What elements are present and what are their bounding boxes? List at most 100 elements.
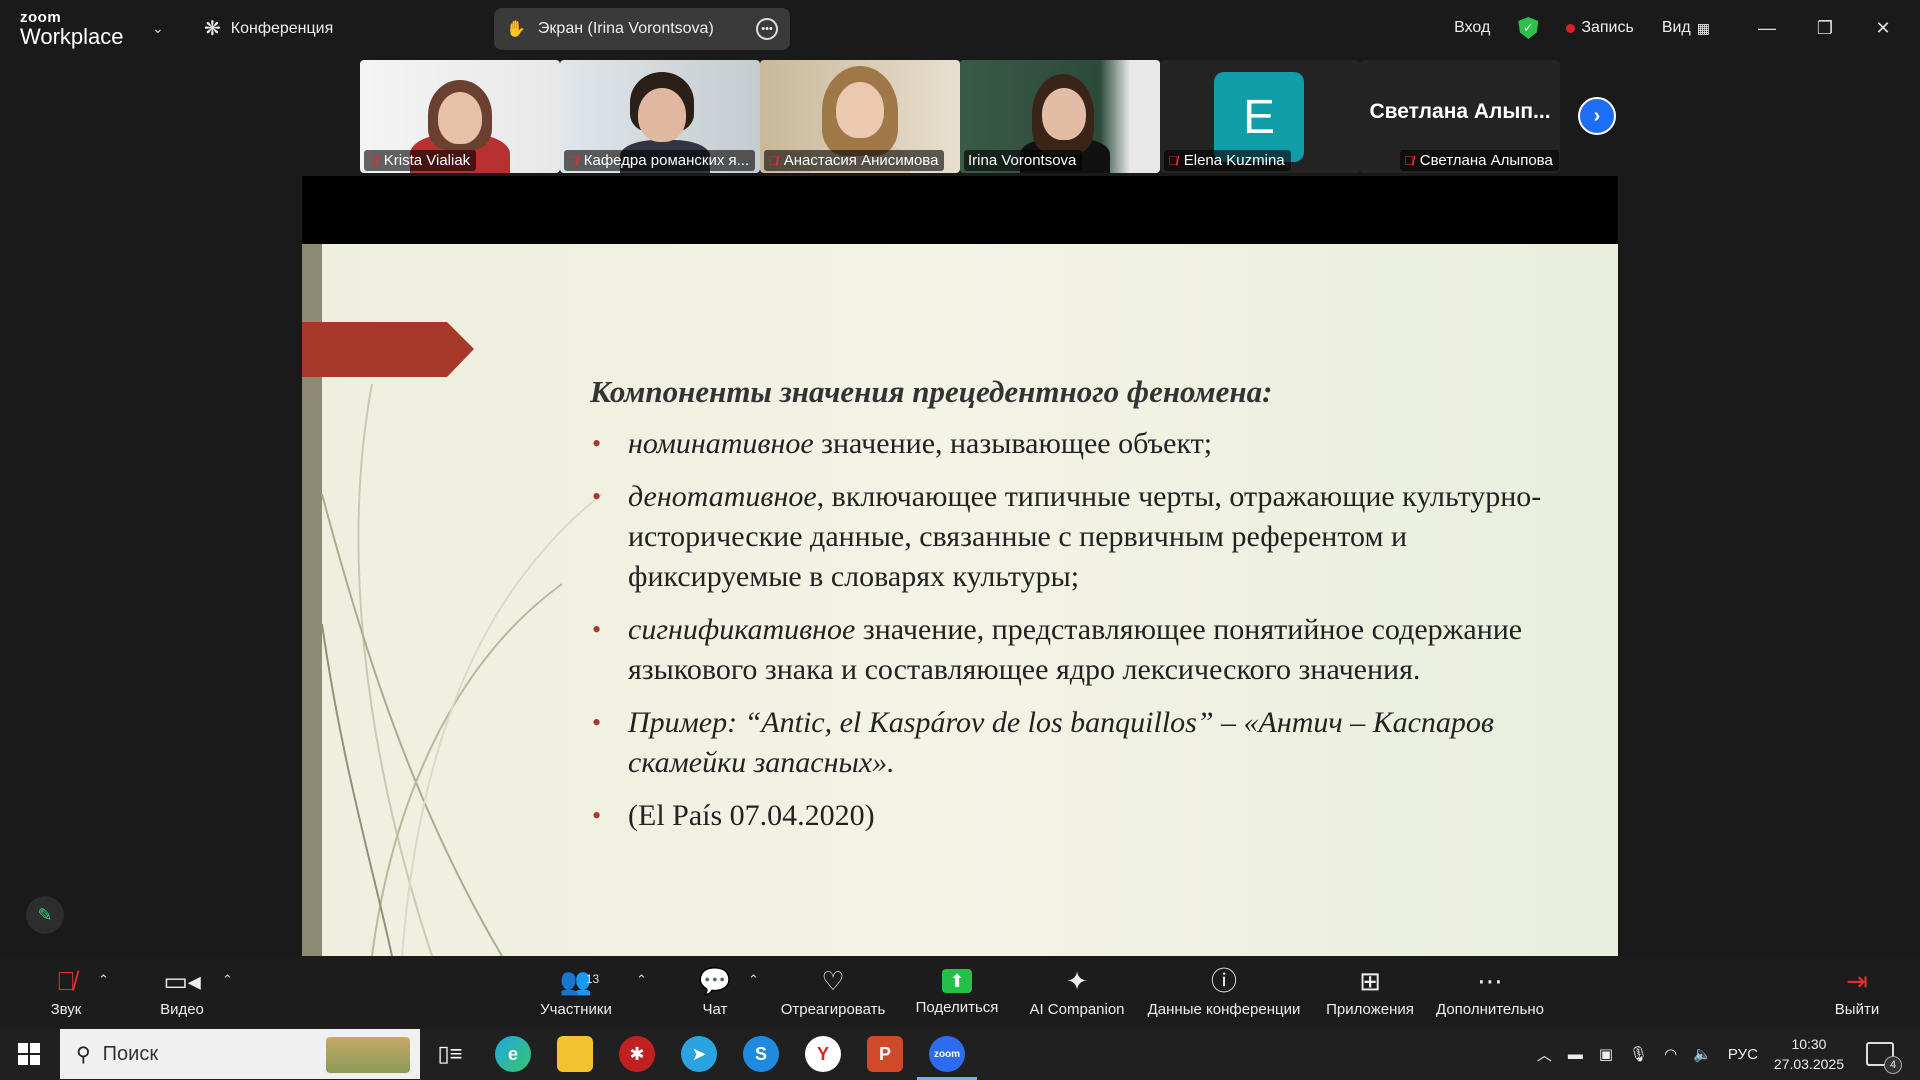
heart-icon: ♡ (821, 965, 845, 996)
signin-button[interactable]: Вход (1454, 19, 1490, 37)
telegram-icon[interactable]: ➤ (681, 1036, 717, 1072)
search-placeholder: Поиск (102, 1042, 159, 1065)
logo-top-text: zoom (20, 9, 62, 26)
apps-grid-icon: ⊞ (1359, 965, 1381, 996)
titlebar-right: Вход ✓ Запись Вид ▦ — ❐ ✕ (1454, 0, 1920, 56)
react-label: Отреагировать (780, 1000, 886, 1018)
apps-label: Приложения (1326, 1000, 1414, 1018)
yandex-browser-icon[interactable]: Y (805, 1036, 841, 1072)
clock[interactable]: 10:30 27.03.2025 (1774, 1034, 1844, 1074)
audio-label: Звук (50, 1000, 82, 1018)
chat-options-caret[interactable]: ⌃ (748, 972, 759, 988)
mic-muted-icon: 🎙̸ (568, 153, 578, 168)
slide-bullet: номинативное значение, называющее объект… (592, 424, 1572, 464)
meeting-info-button[interactable]: ⓘ Данные конференции (1142, 956, 1306, 1028)
mic-muted-icon: 🎙̸ (56, 965, 76, 996)
audio-button[interactable]: 🎙̸ Звук (36, 956, 96, 1028)
chat-bubble-icon: 💬 (698, 965, 732, 996)
annotate-pencil-button[interactable]: ✎ (26, 896, 64, 934)
search-icon: ⚲ (76, 1043, 91, 1066)
camera-icon: ▭◂ (163, 965, 201, 996)
ai-companion-button[interactable]: ✦ AI Companion (1022, 956, 1132, 1028)
zoom-logo[interactable]: zoom Workplace (20, 10, 124, 48)
participant-name: 🎙̸ Krista Vialiak (364, 150, 477, 171)
view-button[interactable]: Вид ▦ (1662, 19, 1710, 37)
shield-check-icon: ✓ (1518, 17, 1539, 39)
participant-name-text: Elena Kuzmina (1183, 152, 1285, 169)
zoom-app-icon[interactable]: zoom (917, 1036, 977, 1080)
battery-icon[interactable]: ▬ (1568, 1046, 1583, 1063)
participant-tile[interactable]: 🎙̸ Анастасия Анисимова (760, 60, 960, 173)
file-explorer-icon[interactable] (557, 1036, 593, 1072)
audio-options-caret[interactable]: ⌃ (98, 972, 109, 988)
language-indicator[interactable]: РУС (1728, 1046, 1758, 1063)
participant-tile[interactable]: 🎙̸ Krista Vialiak (360, 60, 560, 173)
react-button[interactable]: ♡ Отреагировать (778, 956, 888, 1028)
record-button[interactable]: Запись (1566, 19, 1634, 37)
slide-bullet: сигнификативное значение, представляющее… (592, 610, 1572, 690)
restore-button[interactable]: ❐ (1796, 18, 1854, 39)
chat-button[interactable]: 💬 Чат (690, 956, 740, 1028)
leave-label: Выйти (1834, 1000, 1880, 1018)
skype-icon[interactable]: S (743, 1036, 779, 1072)
windows-taskbar: ⚲ Поиск ▯≡ e ✱ ➤ S Y P zoom ︿ ▬ ▣ 🎙 ◠ 🔈 … (0, 1028, 1920, 1080)
participant-name: Irina Vorontsova (964, 150, 1083, 171)
search-highlight-image (326, 1037, 410, 1073)
more-options-icon[interactable]: ••• (756, 18, 778, 40)
minimize-button[interactable]: — (1738, 18, 1796, 39)
task-view-icon[interactable]: ▯≡ (432, 1036, 468, 1072)
info-label: Данные конференции (1147, 1000, 1301, 1018)
participant-tile[interactable]: E 🎙̸ Elena Kuzmina (1160, 60, 1360, 173)
windows-start-icon[interactable] (18, 1043, 40, 1065)
title-bar: zoom Workplace ⌄ ❋ Конференция ✋ Экран (… (0, 0, 1920, 56)
video-options-caret[interactable]: ⌃ (222, 972, 233, 988)
volume-icon[interactable]: 🔈 (1693, 1045, 1712, 1063)
zoom-window: zoom Workplace ⌄ ❋ Конференция ✋ Экран (… (0, 0, 1920, 1080)
participant-name-text: Кафедра романских я... (583, 152, 750, 169)
bullet-italic: денотативное (628, 480, 817, 513)
mic-muted-icon: 🎙̸ (1168, 153, 1178, 168)
microphone-icon[interactable]: 🎙 (1629, 1045, 1648, 1063)
security-shield[interactable]: ✓ (1518, 17, 1539, 39)
slide-bullet-list: номинативное значение, называющее объект… (592, 424, 1572, 849)
meeting-menu[interactable]: ❋ Конференция (204, 16, 333, 41)
powerpoint-icon[interactable]: P (867, 1036, 903, 1072)
next-page-button[interactable]: › (1578, 97, 1616, 135)
participant-name-text: Светлана Алыпова (1419, 152, 1553, 169)
wifi-icon[interactable]: ◠ (1664, 1045, 1677, 1063)
taskbar-search[interactable]: ⚲ Поиск (60, 1029, 420, 1079)
participant-tile[interactable]: Светлана Алып... 🎙̸ Светлана Алыпова (1360, 60, 1560, 173)
screen-share-indicator[interactable]: ✋ Экран (Irina Vorontsova) ••• (494, 8, 790, 50)
close-button[interactable]: ✕ (1854, 18, 1912, 39)
mic-muted-icon: 🎙̸ (1404, 153, 1414, 168)
notifications-icon[interactable]: 4 (1866, 1042, 1902, 1074)
record-label: Запись (1581, 19, 1634, 36)
grid-icon: ▦ (1696, 19, 1710, 36)
shared-screen-top (302, 176, 1618, 246)
info-icon: ⓘ (1210, 965, 1237, 996)
paw-icon: ❋ (204, 18, 221, 40)
people-icon: 👥 13 (559, 965, 600, 996)
record-dot-icon (1566, 23, 1576, 33)
bullet-text: (El País 07.04.2020) (628, 799, 875, 832)
slide-heading: Компоненты значения прецедентного феноме… (590, 374, 1273, 409)
apps-button[interactable]: ⊞ Приложения (1320, 956, 1420, 1028)
participants-options-caret[interactable]: ⌃ (636, 972, 647, 988)
device-icon[interactable]: ▣ (1599, 1045, 1613, 1063)
bullet-italic: Пример: “Antic, el Kaspárov de los banqu… (628, 706, 1494, 779)
leave-button[interactable]: ⇥ Выйти (1832, 956, 1882, 1028)
participant-name: 🎙̸ Кафедра романских я... (564, 150, 756, 171)
edge-browser-icon[interactable]: e (495, 1036, 531, 1072)
share-screen-button[interactable]: ⬆ Поделиться (912, 956, 1002, 1028)
pencil-icon: ✎ (37, 904, 53, 925)
shared-slide: Компоненты значения прецедентного феноме… (302, 244, 1618, 956)
more-button[interactable]: ⋯ Дополнительно (1430, 956, 1550, 1028)
participant-tile[interactable]: 🎙̸ Кафедра романских я... (560, 60, 760, 173)
chevron-down-icon[interactable]: ⌄ (152, 20, 164, 37)
more-dots-icon: ⋯ (1477, 965, 1503, 996)
app-icon[interactable]: ✱ (619, 1036, 655, 1072)
chevron-up-icon[interactable]: ︿ (1537, 1044, 1552, 1065)
participants-button[interactable]: 👥 13 Участники (530, 956, 622, 1028)
video-button[interactable]: ▭◂ Видео (150, 956, 214, 1028)
participant-tile-active-speaker[interactable]: Irina Vorontsova (960, 60, 1160, 173)
